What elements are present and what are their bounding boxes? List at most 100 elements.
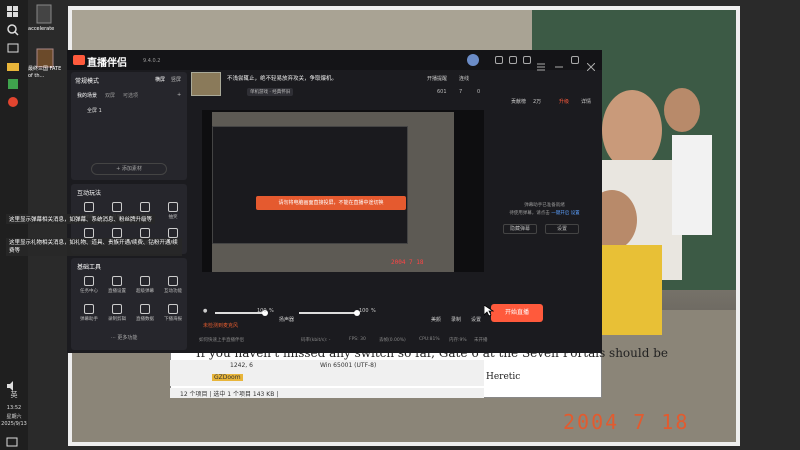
hide-danmu-button[interactable]: 隐藏弹幕 <box>503 224 537 234</box>
volume-icon[interactable] <box>6 376 22 391</box>
danmu-settings-button[interactable]: 设置 <box>545 224 579 234</box>
tab-dual-screen[interactable]: 双屏 <box>105 92 115 99</box>
super-danmu-icon <box>140 276 150 286</box>
app-red-icon[interactable] <box>6 94 22 108</box>
windows-start-icon[interactable] <box>6 4 22 18</box>
photo-date-stamp: 2004 7 18 <box>563 410 690 434</box>
tool-task-center[interactable]: 任务中心 <box>75 276 103 294</box>
search-icon[interactable] <box>6 22 22 36</box>
tool-item-label: 弹幕助手 <box>80 317 98 322</box>
fps-stat: FPS: 30 <box>349 337 366 342</box>
danmu-helper-icon <box>84 304 94 314</box>
app-version: 9.4.0.2 <box>143 58 161 64</box>
tool-poster[interactable]: 下播海报 <box>159 304 187 322</box>
stream-title[interactable]: 不浅尝辄止，绝不轻易放弃攻关，争取爆机。 <box>227 74 337 82</box>
connect-button[interactable]: 连线 <box>459 75 469 82</box>
sidebar: 常规模式 横屏 竖屏 我的场景 双屏 可选项 + 全屏 1 + 添加素材 互动玩… <box>71 72 187 353</box>
record-icon <box>112 304 122 314</box>
side-heretic-label: Heretic <box>486 372 521 382</box>
app-green-icon[interactable] <box>6 76 22 90</box>
menu-icon[interactable] <box>537 56 545 71</box>
danmu-hint: 待使用弹幕，请点击 <box>509 211 550 216</box>
live-reminder-button[interactable]: 开播提醒 <box>427 75 447 82</box>
desktop-file-icon[interactable] <box>34 4 58 26</box>
stream-preview[interactable]: 请勿将电脑画面直接投屏，不能在直播中途切换 2004 7 18 <box>202 110 484 272</box>
explorer-selection-text: 12 个项目 | 选中 1 个项目 143 KB | <box>180 391 279 398</box>
upgrade-badge[interactable]: 升级 <box>559 98 569 105</box>
tab-optional[interactable]: 可选项 <box>123 92 138 99</box>
more-functions-link[interactable]: ··· 更多功能 <box>111 334 137 341</box>
editor-statusbar: 1242, 6 Win 65001 (UTF-8) GZDoom <box>170 360 484 386</box>
tool-record-clip[interactable]: 录制剪辑 <box>103 304 131 322</box>
tool-live-data[interactable]: 直播数据 <box>131 304 159 322</box>
category-tag[interactable]: 单机游戏 · 经典怀旧 <box>247 88 294 96</box>
scene-item[interactable]: 全屏 1 <box>77 106 181 116</box>
help-tip-link[interactable]: 如何快速上手直播伴侣 <box>199 337 244 343</box>
settings-icon <box>112 276 122 286</box>
tool-danmu-helper[interactable]: 弹幕助手 <box>75 304 103 322</box>
interactive-lottery[interactable]: 抽奖 <box>159 202 187 220</box>
desktop-icon-label: accelerate <box>28 26 55 32</box>
minimize-icon[interactable] <box>555 56 563 68</box>
contribution-value: 2万 <box>533 99 542 105</box>
pk-icon <box>112 228 122 238</box>
tool-interactive[interactable]: 互动功能 <box>159 276 187 294</box>
beauty-button[interactable]: 美颜 <box>431 316 441 323</box>
preview-warning-banner: 请勿将电脑画面直接投屏，不能在直播中途切换 <box>256 196 406 210</box>
explorer-selection-bar: 12 个项目 | 选中 1 个项目 143 KB | <box>170 388 484 398</box>
notification-icon[interactable] <box>6 432 22 447</box>
preview-date-stamp: 2004 7 18 <box>391 259 424 266</box>
clock-date: 2025/9/13 <box>1 421 27 427</box>
vote-icon <box>84 228 94 238</box>
app-logo-icon <box>73 55 85 65</box>
like-count: 0 <box>477 89 481 95</box>
taskview-icon[interactable] <box>6 40 22 54</box>
maximize-icon[interactable] <box>571 56 579 64</box>
ime-indicator[interactable]: 英 <box>0 390 28 400</box>
mic-icon[interactable]: ● <box>203 308 207 314</box>
close-icon[interactable] <box>586 56 596 72</box>
hot-count: 601 <box>437 89 447 95</box>
preview-nested-app <box>212 126 408 244</box>
tool-super-danmu[interactable]: 超级弹幕 <box>131 276 159 294</box>
mic-unavailable-warning: 未检测到麦克风 <box>203 323 239 329</box>
tool-live-settings[interactable]: 直播设置 <box>103 276 131 294</box>
message-icon[interactable] <box>495 56 503 64</box>
add-source-button[interactable]: + 添加素材 <box>91 163 167 175</box>
speaker-volume-slider[interactable] <box>299 310 360 316</box>
avatar[interactable] <box>467 54 479 66</box>
details-link[interactable]: 详情 <box>581 98 591 105</box>
scene-item-label: 全屏 1 <box>87 108 102 114</box>
shirt-icon[interactable] <box>523 56 531 64</box>
stream-cover[interactable] <box>191 72 221 96</box>
settings-button[interactable]: 设置 <box>471 316 481 323</box>
speaker-label: 扬声器 <box>279 317 295 323</box>
mic-volume-value: 100 <box>257 308 267 314</box>
clock-time[interactable]: 13:52 <box>0 405 28 411</box>
mem-stat: 内存:9% <box>449 338 467 343</box>
gift-icon <box>112 202 122 212</box>
mode-selector[interactable]: 常规模式 <box>75 76 99 85</box>
tool-item-label: 互动功能 <box>164 289 182 294</box>
one-click-link[interactable]: 一键开启 <box>551 211 569 216</box>
tab-landscape[interactable]: 横屏 <box>155 76 165 83</box>
start-live-button[interactable]: 开始直播 <box>491 304 543 322</box>
network-stat: 未开播 <box>474 338 488 343</box>
tool-item-label: 直播设置 <box>108 289 126 294</box>
scene-panel: 常规模式 横屏 竖屏 我的场景 双屏 可选项 + 全屏 1 + 添加素材 <box>71 72 187 180</box>
tool-item-label: 录制剪辑 <box>108 317 126 322</box>
headset-icon[interactable] <box>509 56 517 64</box>
tool-item-label: 下播海报 <box>164 317 182 322</box>
tools-panel: 基础工具 任务中心 直播设置 超级弹幕 互动功能 弹幕助手 录制剪辑 直播数据 … <box>71 258 187 350</box>
tab-portrait[interactable]: 竖屏 <box>171 76 181 83</box>
record-button[interactable]: 录制 <box>451 316 461 323</box>
speaker-volume-fill <box>299 312 357 314</box>
add-scene-icon[interactable]: + <box>177 92 181 98</box>
settings-link[interactable]: 设置 <box>571 211 580 216</box>
interactive-icon <box>168 276 178 286</box>
file-explorer-icon[interactable] <box>6 58 22 72</box>
explorer-folder[interactable]: GZDoom <box>212 374 243 381</box>
contribution-label[interactable]: 贡献榜 <box>511 98 526 105</box>
danmu-icon <box>84 202 94 212</box>
lottery-icon <box>168 202 178 212</box>
